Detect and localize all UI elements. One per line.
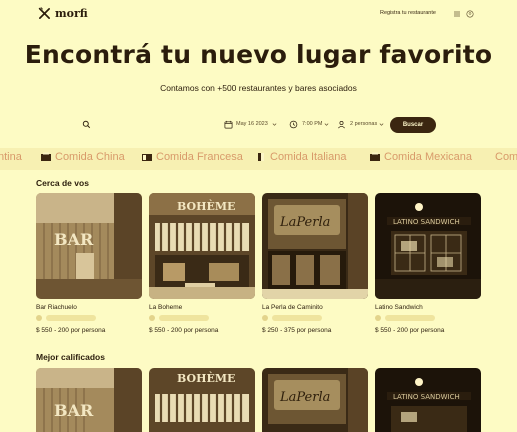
user-icon[interactable] (466, 10, 474, 18)
time-picker[interactable]: 7:00 PM (302, 121, 322, 127)
search-input[interactable] (92, 119, 212, 131)
category-carousel: ntina Comida China Comida Francesa Comid… (0, 148, 517, 170)
restaurant-name: La Boheme (149, 304, 183, 311)
rating-icon (375, 315, 381, 321)
restaurant-photo: BAR (36, 368, 142, 432)
svg-text:LATINO SANDWICH: LATINO SANDWICH (393, 393, 460, 401)
svg-text:BAR: BAR (54, 230, 94, 249)
menu-icon[interactable] (453, 10, 461, 18)
category-label: ntina (0, 151, 22, 163)
restaurant-photo: LATINO SANDWICH (375, 193, 481, 299)
logo-fork-knife-icon (38, 7, 50, 19)
restaurant-photo: LATINO SANDWICH (375, 368, 481, 432)
price-range: $ 550 - 200 por persona (36, 327, 106, 334)
chevron-down-icon[interactable] (324, 122, 329, 127)
category-label: Com (495, 151, 517, 163)
restaurant-card[interactable]: LATINO SANDWICH (375, 368, 481, 432)
rating-bar (272, 315, 322, 321)
price-range: $ 250 - 375 por persona (262, 327, 332, 334)
person-icon (338, 120, 345, 129)
category-label: Comida Italiana (270, 151, 347, 163)
category-item-partial[interactable]: Com (495, 151, 517, 163)
section-title-nearby: Cerca de vos (36, 178, 89, 188)
clock-icon (289, 120, 298, 129)
chevron-down-icon[interactable] (379, 122, 384, 127)
restaurant-photo: LaPerla (262, 193, 368, 299)
restaurant-card[interactable]: LaPerla La Perla de Caminito $ 250 - 375… (262, 193, 368, 334)
section-title-top-rated: Mejor calificados (36, 352, 105, 362)
restaurant-photo: BOHÈME (149, 368, 255, 432)
category-item-mexicana[interactable]: Comida Mexicana (369, 151, 472, 163)
rating-icon (262, 315, 268, 321)
rating-icon (36, 315, 42, 321)
food-box-icon (370, 152, 380, 161)
restaurant-name: La Perla de Caminito (262, 304, 323, 311)
rating-bar (46, 315, 96, 321)
restaurant-photo: BAR (36, 193, 142, 299)
date-picker[interactable]: May 16 2023 (236, 121, 268, 127)
svg-text:BOHÈME: BOHÈME (177, 199, 235, 213)
svg-text:LaPerla: LaPerla (279, 390, 330, 405)
rating-bar (385, 315, 435, 321)
restaurant-photo: LaPerla (262, 368, 368, 432)
category-label: Comida Francesa (156, 151, 243, 163)
restaurant-name: Bar Riachuelo (36, 304, 77, 311)
price-range: $ 550 - 200 por persona (149, 327, 219, 334)
price-range: $ 550 - 200 por persona (375, 327, 445, 334)
category-item-francesa[interactable]: Comida Francesa (141, 151, 243, 163)
food-box-icon (142, 154, 152, 161)
register-restaurant-link[interactable]: Registra tu restaurante (380, 10, 436, 16)
brand-logo[interactable]: morfi (38, 7, 88, 20)
restaurant-card[interactable]: LaPerla (262, 368, 368, 432)
restaurant-card[interactable]: BAR (36, 368, 142, 432)
restaurant-card[interactable]: LATINO SANDWICH Latino Sandwich $ 550 - … (375, 193, 481, 334)
food-box-icon (258, 153, 264, 161)
restaurant-card[interactable]: BOHÈME (149, 368, 255, 432)
restaurant-name: Latino Sandwich (375, 304, 423, 311)
page-subtitle: Contamos con +500 restaurantes y bares a… (160, 83, 357, 93)
rating-bar (159, 315, 209, 321)
food-box-icon (41, 152, 51, 161)
brand-name: morfi (55, 7, 88, 20)
svg-text:LATINO SANDWICH: LATINO SANDWICH (393, 218, 460, 226)
search-bar: May 16 2023 7:00 PM 2 personas Buscar (82, 116, 437, 134)
search-icon (82, 120, 91, 129)
chevron-down-icon[interactable] (272, 122, 277, 127)
rating-icon (149, 315, 155, 321)
page-title: Encontrá tu nuevo lugar favorito (24, 40, 493, 69)
restaurant-card[interactable]: BOHÈME La Boheme $ 550 - 200 por persona (149, 193, 255, 334)
svg-text:LaPerla: LaPerla (279, 215, 330, 230)
category-label: Comida China (55, 151, 125, 163)
restaurant-card[interactable]: BAR Bar Riachuelo $ 550 - 200 por person… (36, 193, 142, 334)
category-item-partial[interactable]: ntina (0, 151, 22, 163)
category-item-italiana[interactable]: Comida Italiana (255, 151, 346, 163)
people-picker[interactable]: 2 personas (350, 121, 377, 127)
restaurant-photo: BOHÈME (149, 193, 255, 299)
category-label: Comida Mexicana (384, 151, 473, 163)
category-item-china[interactable]: Comida China (40, 151, 125, 163)
svg-text:BOHÈME: BOHÈME (177, 371, 235, 385)
search-button[interactable]: Buscar (390, 117, 436, 133)
calendar-icon (224, 120, 233, 129)
svg-text:BAR: BAR (54, 401, 94, 420)
top-header: morfi Registra tu restaurante (0, 0, 517, 28)
